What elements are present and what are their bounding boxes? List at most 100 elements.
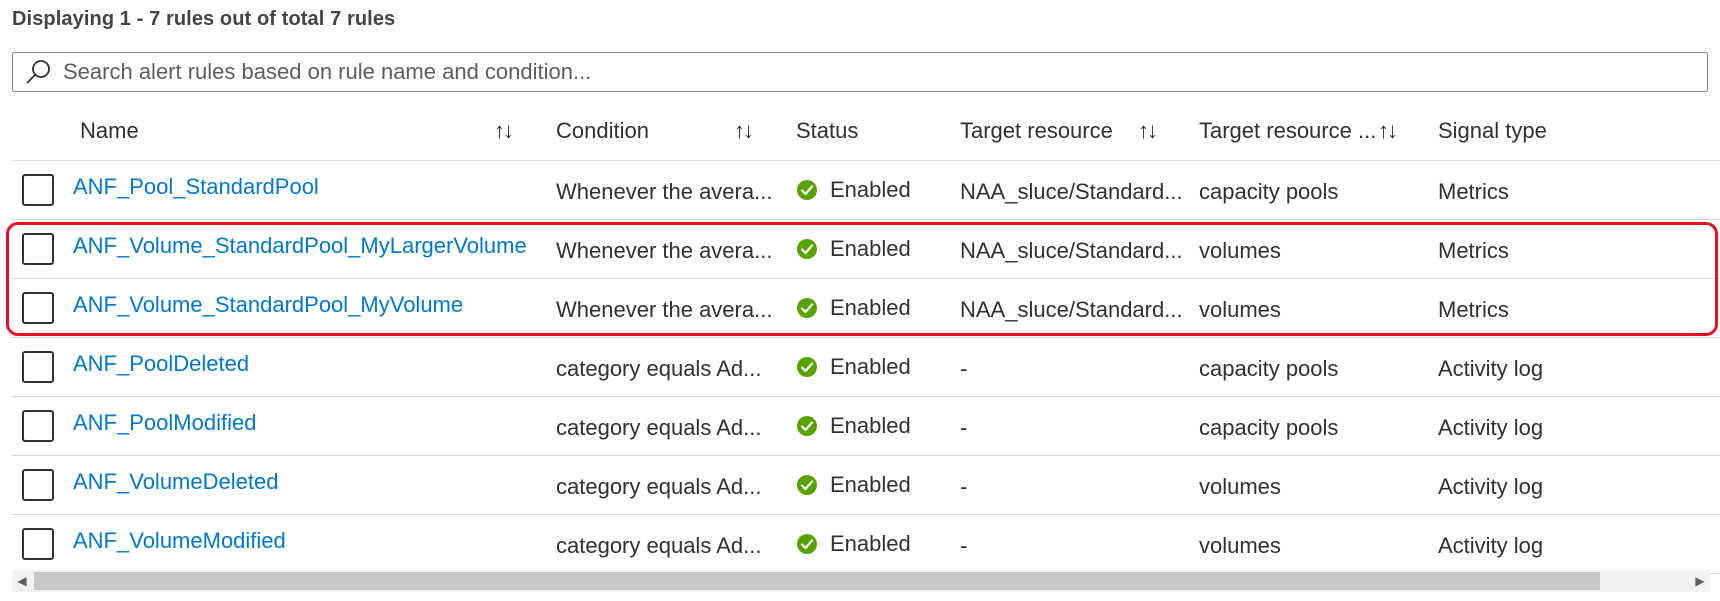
status-text: Enabled [830,472,911,497]
rule-name-cell: ANF_VolumeDeleted [73,453,278,511]
search-icon [26,60,50,84]
rule-name-cell: ANF_PoolDeleted [73,335,249,393]
signal-type-cell: Activity log [1438,415,1544,440]
row-checkbox-cell [22,397,54,455]
row-checkbox[interactable] [22,410,54,442]
target-resource-type-cell: volumes [1199,297,1281,322]
rule-name-cell: ANF_Volume_StandardPool_MyLargerVolume [73,217,527,275]
horizontal-scrollbar[interactable]: ◀ ▶ [12,570,1710,592]
target-resource-type-cell: volumes [1199,533,1281,558]
signal-type-cell: Metrics [1438,179,1509,204]
signal-type-cell: Activity log [1438,474,1544,499]
status-cell: Enabled [796,279,911,337]
signal-type-cell: Activity log [1438,533,1544,558]
rule-name-link[interactable]: ANF_PoolDeleted [73,351,249,377]
rule-name-link[interactable]: ANF_VolumeDeleted [73,469,278,495]
column-header-target-resource[interactable]: Target resource [960,102,1113,160]
condition-cell: category equals Ad... [556,533,762,558]
checkmark-circle-icon [797,239,817,259]
row-checkbox-cell [22,338,54,396]
target-resource-cell: - [960,533,968,558]
rule-name-cell: ANF_Volume_StandardPool_MyVolume [73,276,463,334]
row-checkbox-cell [22,220,54,278]
checkmark-circle-icon [797,180,817,200]
rule-name-link[interactable]: ANF_PoolModified [73,410,256,436]
condition-cell: category equals Ad... [556,356,762,381]
table-row[interactable]: ANF_PoolDeleted Enabled category equals Ad… [12,338,1720,397]
target-resource-cell: NAA_sluce/Standard... [960,238,1183,263]
checkmark-circle-icon [797,357,817,377]
alert-rules-grid: Name ↑↓ Condition ↑↓ Status Target resou… [12,102,1720,574]
target-resource-type-cell: volumes [1199,474,1281,499]
sort-condition-icon[interactable]: ↑↓ [734,102,754,160]
row-checkbox[interactable] [22,233,54,265]
column-header-status[interactable]: Status [796,102,858,160]
rules-count-summary: Displaying 1 - 7 rules out of total 7 ru… [12,8,396,30]
row-checkbox[interactable] [22,174,54,206]
column-header-signal-type[interactable]: Signal type [1438,102,1547,160]
row-checkbox[interactable] [22,528,54,560]
rule-name-link[interactable]: ANF_Volume_StandardPool_MyVolume [73,292,463,318]
row-checkbox[interactable] [22,292,54,324]
condition-cell: Whenever the avera... [556,238,773,263]
signal-type-cell: Metrics [1438,238,1509,263]
condition-cell: Whenever the avera... [556,297,773,322]
scrollbar-thumb[interactable] [34,572,1600,590]
row-checkbox-cell [22,161,54,219]
status-cell: Enabled [796,338,911,396]
table-row[interactable]: ANF_PoolModified Enabled category equals A… [12,397,1720,456]
row-checkbox-cell [22,279,54,337]
status-text: Enabled [830,295,911,320]
table-row[interactable]: ANF_VolumeModified Enabled category equals… [12,515,1720,574]
signal-type-cell: Metrics [1438,297,1509,322]
row-checkbox-cell [22,456,54,514]
signal-type-cell: Activity log [1438,356,1544,381]
row-checkbox[interactable] [22,469,54,501]
scroll-left-icon[interactable]: ◀ [12,570,32,592]
checkmark-circle-icon [797,416,817,436]
status-text: Enabled [830,177,911,202]
table-row[interactable]: ANF_Volume_StandardPool_MyLargerVolume En… [12,220,1720,279]
status-cell: Enabled [796,397,911,455]
target-resource-cell: - [960,415,968,440]
row-checkbox[interactable] [22,351,54,383]
rule-name-cell: ANF_PoolModified [73,394,256,452]
status-text: Enabled [830,236,911,261]
sort-target-resource-icon[interactable]: ↑↓ [1138,102,1158,160]
target-resource-type-cell: capacity pools [1199,356,1339,381]
condition-cell: Whenever the avera... [556,179,773,204]
status-cell: Enabled [796,220,911,278]
checkmark-circle-icon [797,475,817,495]
target-resource-type-cell: capacity pools [1199,415,1339,440]
target-resource-cell: NAA_sluce/Standard... [960,179,1183,204]
row-checkbox-cell [22,515,54,573]
target-resource-cell: - [960,474,968,499]
status-cell: Enabled [796,515,911,573]
target-resource-cell: - [960,356,968,381]
column-header-condition[interactable]: Condition [556,102,788,160]
condition-cell: category equals Ad... [556,474,762,499]
scroll-right-icon[interactable]: ▶ [1690,570,1710,592]
status-text: Enabled [830,413,911,438]
sort-name-icon[interactable]: ↑↓ [494,102,514,160]
table-row[interactable]: ANF_VolumeDeleted Enabled category equals … [12,456,1720,515]
checkmark-circle-icon [797,298,817,318]
target-resource-type-cell: volumes [1199,238,1281,263]
rule-name-link[interactable]: ANF_Volume_StandardPool_MyLargerVolume [73,233,527,259]
checkmark-circle-icon [797,534,817,554]
search-input[interactable] [61,58,1665,86]
target-resource-type-cell: capacity pools [1199,179,1339,204]
sort-target-resource-type-icon[interactable]: ↑↓ [1378,102,1398,160]
column-header-target-resource-type[interactable]: Target resource ... [1199,102,1389,160]
rule-name-cell: ANF_VolumeModified [73,512,286,570]
status-cell: Enabled [796,456,911,514]
status-text: Enabled [830,354,911,379]
status-text: Enabled [830,531,911,556]
search-box[interactable] [12,52,1708,92]
rule-name-link[interactable]: ANF_Pool_StandardPool [73,174,319,200]
rule-name-link[interactable]: ANF_VolumeModified [73,528,286,554]
table-row[interactable]: ANF_Volume_StandardPool_MyVolume Enabled W… [12,279,1720,338]
table-row[interactable]: ANF_Pool_StandardPool Enabled Whenever the… [12,161,1720,220]
column-header-name[interactable]: Name [80,102,550,160]
status-cell: Enabled [796,161,911,219]
